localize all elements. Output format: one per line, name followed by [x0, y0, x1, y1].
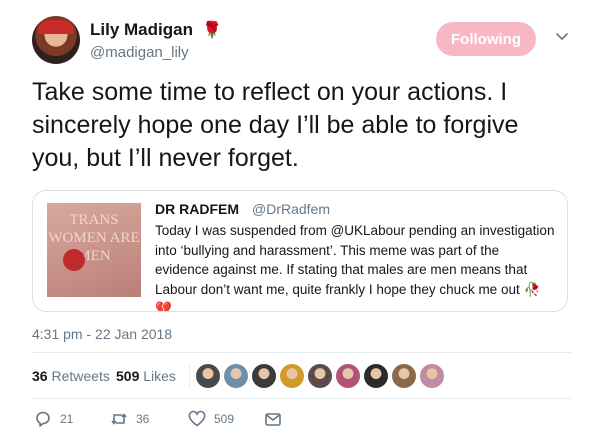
- reply-count: 21: [60, 412, 74, 426]
- quoted-image-text: TRANS WOMEN ARE MEN: [48, 212, 140, 264]
- tweet-actions: 21 36 509: [32, 408, 572, 432]
- retweets-stat[interactable]: 36 Retweets: [32, 368, 110, 384]
- liker-avatar[interactable]: [336, 364, 360, 388]
- likes-count: 509: [116, 368, 140, 384]
- liker-avatar[interactable]: [224, 364, 248, 388]
- quoted-tweet[interactable]: TRANS WOMEN ARE MEN DR RADFEM @DrRadfem …: [32, 190, 568, 312]
- tweet-stats: 36 Retweets 509 Likes: [32, 364, 572, 390]
- liker-avatars: [196, 364, 444, 388]
- retweet-count: 36: [136, 412, 150, 426]
- likes-label: Likes: [143, 368, 176, 384]
- liker-avatar[interactable]: [196, 364, 220, 388]
- liker-avatar[interactable]: [392, 364, 416, 388]
- retweets-label: Retweets: [51, 368, 110, 384]
- author-avatar[interactable]: [32, 16, 80, 64]
- divider: [32, 352, 572, 353]
- retweet-button[interactable]: 36: [110, 410, 149, 428]
- chevron-down-icon[interactable]: [554, 28, 570, 44]
- reply-icon: [36, 411, 50, 427]
- rose-emoji: 🌹: [202, 22, 222, 39]
- reply-button[interactable]: 21: [34, 410, 73, 428]
- like-count: 509: [214, 412, 235, 426]
- like-button[interactable]: 509: [188, 410, 234, 428]
- tweet-timestamp[interactable]: 4:31 pm - 22 Jan 2018: [32, 326, 172, 342]
- tweet-header: Lily Madigan 🌹 @madigan_lily Following: [32, 14, 572, 70]
- divider: [189, 364, 190, 388]
- quoted-author-name: DR RADFEM: [155, 201, 239, 217]
- apple-graphic: [63, 249, 85, 271]
- liker-avatar[interactable]: [420, 364, 444, 388]
- liker-avatar[interactable]: [280, 364, 304, 388]
- quoted-author-handle: @DrRadfem: [252, 201, 331, 217]
- direct-message-button[interactable]: [264, 410, 282, 428]
- envelope-icon: [265, 413, 281, 426]
- tweet-text: Take some time to reflect on your action…: [32, 78, 519, 172]
- likes-stat[interactable]: 509 Likes: [116, 368, 176, 384]
- retweet-icon: [111, 413, 127, 425]
- retweets-count: 36: [32, 368, 48, 384]
- divider: [32, 398, 572, 399]
- liker-avatar[interactable]: [252, 364, 276, 388]
- quoted-image[interactable]: TRANS WOMEN ARE MEN: [47, 203, 141, 297]
- heart-icon: [188, 410, 206, 427]
- author-name[interactable]: Lily Madigan: [90, 20, 193, 40]
- quoted-tweet-text: Today I was suspended from @UKLabour pen…: [155, 223, 555, 312]
- liker-avatar[interactable]: [364, 364, 388, 388]
- author-handle[interactable]: @madigan_lily: [90, 44, 189, 61]
- following-button[interactable]: Following: [436, 22, 536, 56]
- liker-avatar[interactable]: [308, 364, 332, 388]
